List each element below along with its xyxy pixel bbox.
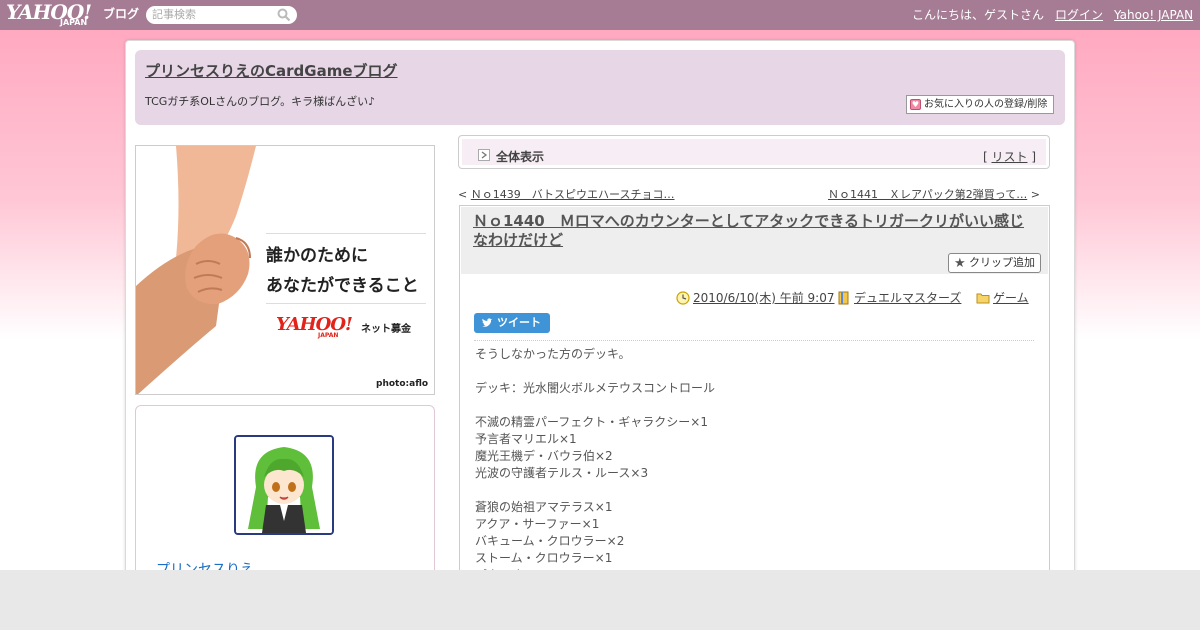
book-icon xyxy=(838,291,849,305)
search-icon[interactable] xyxy=(277,8,291,22)
list-bracket-open: [ xyxy=(982,150,988,164)
show-all-label: 全体表示 xyxy=(496,150,545,164)
yahoo-japan-link[interactable]: Yahoo! JAPAN xyxy=(1114,8,1193,22)
favorite-register-button[interactable]: ♥ お気に入りの人の登録/削除 xyxy=(906,95,1054,114)
article-date-link[interactable]: 2010/6/10(木) 午前 9:07 xyxy=(693,291,834,305)
profile-box: プリンセスりえ xyxy=(135,405,435,570)
body-line: 魔光王機デ・バウラ伯×2 xyxy=(475,449,613,463)
clip-add-label: クリップ追加 xyxy=(969,256,1035,269)
blog-header: プリンセスりえのCardGameブログ TCGガチ系OLさんのブログ。キラ様ばん… xyxy=(135,50,1065,125)
divider xyxy=(474,340,1034,341)
next-article-link[interactable]: Ｎｏ1441 Ｘレアパック第2弾買って… xyxy=(828,188,1027,201)
prev-article-link[interactable]: Ｎｏ1439 バトスピウエハースチョコ… xyxy=(471,188,675,201)
body-line: 不滅の精霊パーフェクト・ギャラクシー×1 xyxy=(475,415,708,429)
body-line: アクア・サーファー×1 xyxy=(475,517,600,531)
viewport: YAHOO! JAPAN ブログ こんにちは、ゲストさん ログイン Yahoo!… xyxy=(0,0,1200,570)
clip-add-button[interactable]: ★ クリップ追加 xyxy=(948,253,1041,273)
banner-yahoo-logo: YAHOO! xyxy=(276,314,353,335)
favorite-button-label: お気に入りの人の登録/削除 xyxy=(924,99,1048,110)
body-line: ストーム・クロウラー×1 xyxy=(475,551,613,565)
list-header: 全体表示 [ リスト ] xyxy=(458,135,1050,169)
star-icon: ★ xyxy=(954,256,966,271)
article: Ｎｏ1440 Ｍロマへのカウンターとしてアタックできるトリガークリがいい感じなわ… xyxy=(459,205,1050,570)
article-category-2: ゲーム xyxy=(976,289,1029,306)
category-link-1[interactable]: デュエルマスターズ xyxy=(854,291,961,305)
arrow-right-icon xyxy=(478,149,490,161)
tweet-button[interactable]: ツイート xyxy=(474,313,550,333)
list-view-toggle: [ リスト ] xyxy=(983,148,1036,165)
blog-title[interactable]: プリンセスりえのCardGameブログ xyxy=(145,60,398,81)
banner-divider xyxy=(266,233,426,234)
clock-icon xyxy=(676,291,690,305)
body-line: パクリオ×1 xyxy=(475,567,1035,570)
greeting-text: こんにちは、ゲストさん xyxy=(912,8,1045,22)
banner-headline-1: 誰かのために xyxy=(266,246,368,266)
top-bar: YAHOO! JAPAN ブログ こんにちは、ゲストさん ログイン Yahoo!… xyxy=(0,0,1200,30)
donation-banner[interactable]: 誰かのために あなたができること YAHOO! JAPAN ネット募金 phot… xyxy=(135,145,435,395)
twitter-bird-icon xyxy=(482,318,493,327)
banner-yahoo-logo-sub: JAPAN xyxy=(318,332,339,339)
article-title[interactable]: Ｎｏ1440 Ｍロマへのカウンターとしてアタックできるトリガークリがいい感じなわ… xyxy=(473,212,1038,250)
body-blank-line xyxy=(475,363,1035,380)
banner-net-donation: ネット募金 xyxy=(361,324,411,335)
body-line: 予言者マリエル×1 xyxy=(475,432,577,446)
article-category-1: デュエルマスターズ xyxy=(837,289,961,306)
prev-article-nav: < Ｎｏ1439 バトスピウエハースチョコ… xyxy=(458,186,675,202)
body-line: そうしなかった方のデッキ。 xyxy=(475,347,631,361)
avatar-image xyxy=(236,437,332,533)
heart-icon: ♥ xyxy=(910,99,921,110)
list-bracket-close: ] xyxy=(1031,150,1036,164)
yahoo-logo-sub: JAPAN xyxy=(60,18,88,27)
avatar[interactable] xyxy=(234,435,334,535)
list-view-link[interactable]: リスト xyxy=(991,150,1027,164)
body-blank-line xyxy=(475,397,1035,414)
banner-photo-credit: photo:aflo xyxy=(376,379,429,389)
list-header-inner: 全体表示 [ リスト ] xyxy=(462,139,1046,165)
article-date: 2010/6/10(木) 午前 9:07 xyxy=(676,289,834,306)
body-line: バキューム・クロウラー×2 xyxy=(475,534,625,548)
folder-icon xyxy=(976,293,990,304)
body-line: デッキ：光水闇火ボルメテウスコントロール xyxy=(475,381,716,395)
article-body: そうしなかった方のデッキ。デッキ：光水闇火ボルメテウスコントロール 不滅の精霊パー… xyxy=(475,346,1035,570)
blog-label[interactable]: ブログ xyxy=(103,5,139,22)
banner-divider xyxy=(266,303,426,304)
body-line: 光波の守護者テルス・ルース×3 xyxy=(475,466,649,480)
article-header: Ｎｏ1440 Ｍロマへのカウンターとしてアタックできるトリガークリがいい感じなわ… xyxy=(461,207,1048,274)
login-link[interactable]: ログイン xyxy=(1055,8,1103,22)
search-input[interactable] xyxy=(152,7,272,22)
tweet-label: ツイート xyxy=(497,316,541,329)
search-box xyxy=(146,6,297,24)
banner-headline-2: あなたができること xyxy=(266,276,419,296)
category-link-2[interactable]: ゲーム xyxy=(993,291,1029,305)
body-blank-line xyxy=(475,482,1035,499)
next-arrow: > xyxy=(1030,188,1040,201)
body-line: 蒼狼の始祖アマテラス×1 xyxy=(475,500,613,514)
next-article-nav: Ｎｏ1441 Ｘレアパック第2弾買って… > xyxy=(828,186,1040,202)
blog-description: TCGガチ系OLさんのブログ。キラ様ばんざい♪ xyxy=(145,95,376,108)
prev-arrow: < xyxy=(458,188,468,201)
profile-name[interactable]: プリンセスりえ xyxy=(156,559,254,570)
